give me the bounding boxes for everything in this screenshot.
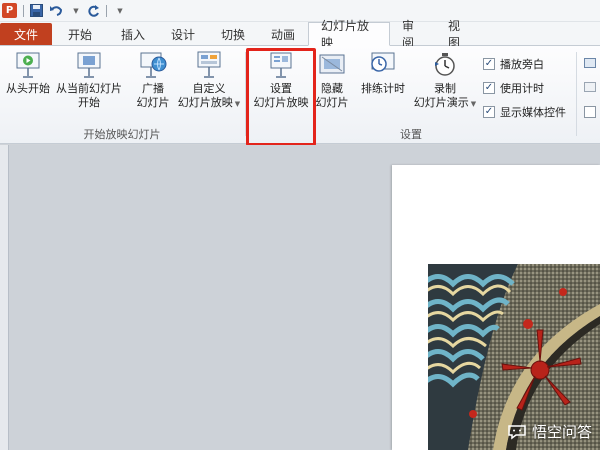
ribbon-tabs: 文件 开始 插入 设计 切换 动画 幻灯片放映 审阅 视图: [0, 19, 600, 50]
custom-slide-show-label-2: 幻灯片放映 ▼: [177, 96, 241, 109]
record-slideshow-icon: [435, 53, 455, 76]
setup-slideshow-icon: [270, 52, 292, 78]
show-media-controls-label: 显示媒体控件: [500, 106, 566, 119]
record-slide-show-label-2: 幻灯片演示 ▼: [413, 96, 477, 109]
custom-slide-show-button[interactable]: 自定义 幻灯片放映 ▼: [176, 50, 242, 111]
use-timings-label: 使用计时: [500, 82, 544, 95]
show-media-controls-checkbox[interactable]: ✓ 显示媒体控件: [483, 104, 566, 120]
chevron-down-icon: ▼: [470, 100, 477, 108]
tab-design[interactable]: 设计: [158, 23, 208, 45]
undo-dropdown-icon[interactable]: ▼: [69, 3, 81, 19]
tab-insert[interactable]: 插入: [108, 23, 158, 45]
set-up-slide-show-label-1: 设置: [270, 82, 292, 95]
monitor-icon[interactable]: [584, 58, 596, 68]
ribbon-slide-show: 从头开始 从当前幻灯片 开始 广播 幻灯片 自定义 幻灯片放映 ▼ 开始放映幻灯…: [0, 46, 600, 144]
powerpoint-window: P ▼ ▼ 文件 开始 插入 设计 切换 动画 幻灯片放映 审阅 视图 从头开始…: [0, 0, 600, 450]
tab-review[interactable]: 审阅: [390, 19, 436, 50]
broadcast-label-2: 幻灯片: [136, 96, 170, 109]
from-current-slide-label-1: 从当前幻灯片: [56, 82, 122, 95]
tab-slide-show[interactable]: 幻灯片放映: [308, 19, 390, 50]
checkbox-checked-icon[interactable]: ✓: [483, 58, 495, 70]
broadcast-icon: [140, 52, 167, 78]
custom-slide-show-label-1: 自定义: [192, 82, 226, 95]
tab-animations[interactable]: 动画: [258, 23, 308, 45]
watermark-text: 悟空问答: [531, 423, 592, 441]
slide-image[interactable]: 悟空问答: [428, 264, 600, 450]
slideshow-play-icon: [16, 52, 40, 78]
custom-slideshow-icon: [197, 51, 221, 78]
group-label-start-slide-show: 开始放映幻灯片: [83, 128, 161, 141]
watermark: 悟空问答: [507, 421, 592, 442]
chat-bubble-icon: [508, 424, 526, 439]
group-separator: [576, 52, 577, 136]
quick-access-toolbar: P ▼ ▼: [0, 0, 600, 22]
play-narrations-label: 播放旁白: [500, 58, 544, 71]
from-beginning-label: 从头开始: [6, 82, 50, 95]
rehearse-timings-icon: [371, 52, 395, 72]
checkbox-checked-icon[interactable]: ✓: [483, 106, 495, 118]
undo-icon[interactable]: [49, 3, 63, 19]
presenter-view-icon[interactable]: [584, 82, 596, 92]
tab-file[interactable]: 文件: [0, 23, 52, 45]
hide-slide-button[interactable]: 隐藏 幻灯片: [314, 50, 350, 110]
tab-transitions[interactable]: 切换: [208, 23, 258, 45]
use-presenter-view-checkbox[interactable]: [584, 106, 596, 118]
chevron-down-icon: ▼: [234, 100, 241, 108]
set-up-slide-show-button[interactable]: 设置 幻灯片放映: [250, 50, 312, 110]
use-timings-checkbox[interactable]: ✓ 使用计时: [483, 80, 544, 96]
broadcast-label-1: 广播: [142, 82, 164, 95]
from-current-slide-label-2: 开始: [78, 96, 100, 109]
tab-view[interactable]: 视图: [436, 19, 482, 50]
set-up-slide-show-label-2: 幻灯片放映: [253, 96, 309, 109]
qat-separator: [106, 4, 107, 17]
checkbox-checked-icon[interactable]: ✓: [483, 82, 495, 94]
customize-qat-icon[interactable]: ▼: [113, 3, 125, 19]
broadcast-slide-show-button[interactable]: 广播 幻灯片: [131, 50, 175, 110]
hide-slide-icon: [319, 54, 345, 74]
save-icon[interactable]: [30, 3, 43, 19]
record-slide-show-label-1: 录制: [434, 82, 456, 95]
group-label-set-up: 设置: [400, 128, 422, 141]
from-beginning-button[interactable]: 从头开始: [4, 50, 52, 96]
record-slide-show-button[interactable]: 录制 幻灯片演示 ▼: [410, 50, 480, 111]
tab-home[interactable]: 开始: [52, 23, 108, 45]
slides-pane-edge[interactable]: [0, 145, 9, 450]
group-separator: [245, 52, 246, 136]
slideshow-current-icon: [77, 52, 101, 78]
rehearse-timings-button[interactable]: 排练计时: [357, 50, 409, 96]
qat-separator: [23, 4, 24, 17]
redo-icon[interactable]: [87, 3, 100, 19]
hide-slide-label-2: 幻灯片: [315, 96, 349, 109]
hide-slide-label-1: 隐藏: [321, 82, 343, 95]
play-narrations-checkbox[interactable]: ✓ 播放旁白: [483, 56, 544, 72]
from-current-slide-button[interactable]: 从当前幻灯片 开始: [53, 50, 125, 110]
powerpoint-logo-icon[interactable]: P: [2, 3, 17, 18]
rehearse-timings-label: 排练计时: [361, 82, 405, 95]
